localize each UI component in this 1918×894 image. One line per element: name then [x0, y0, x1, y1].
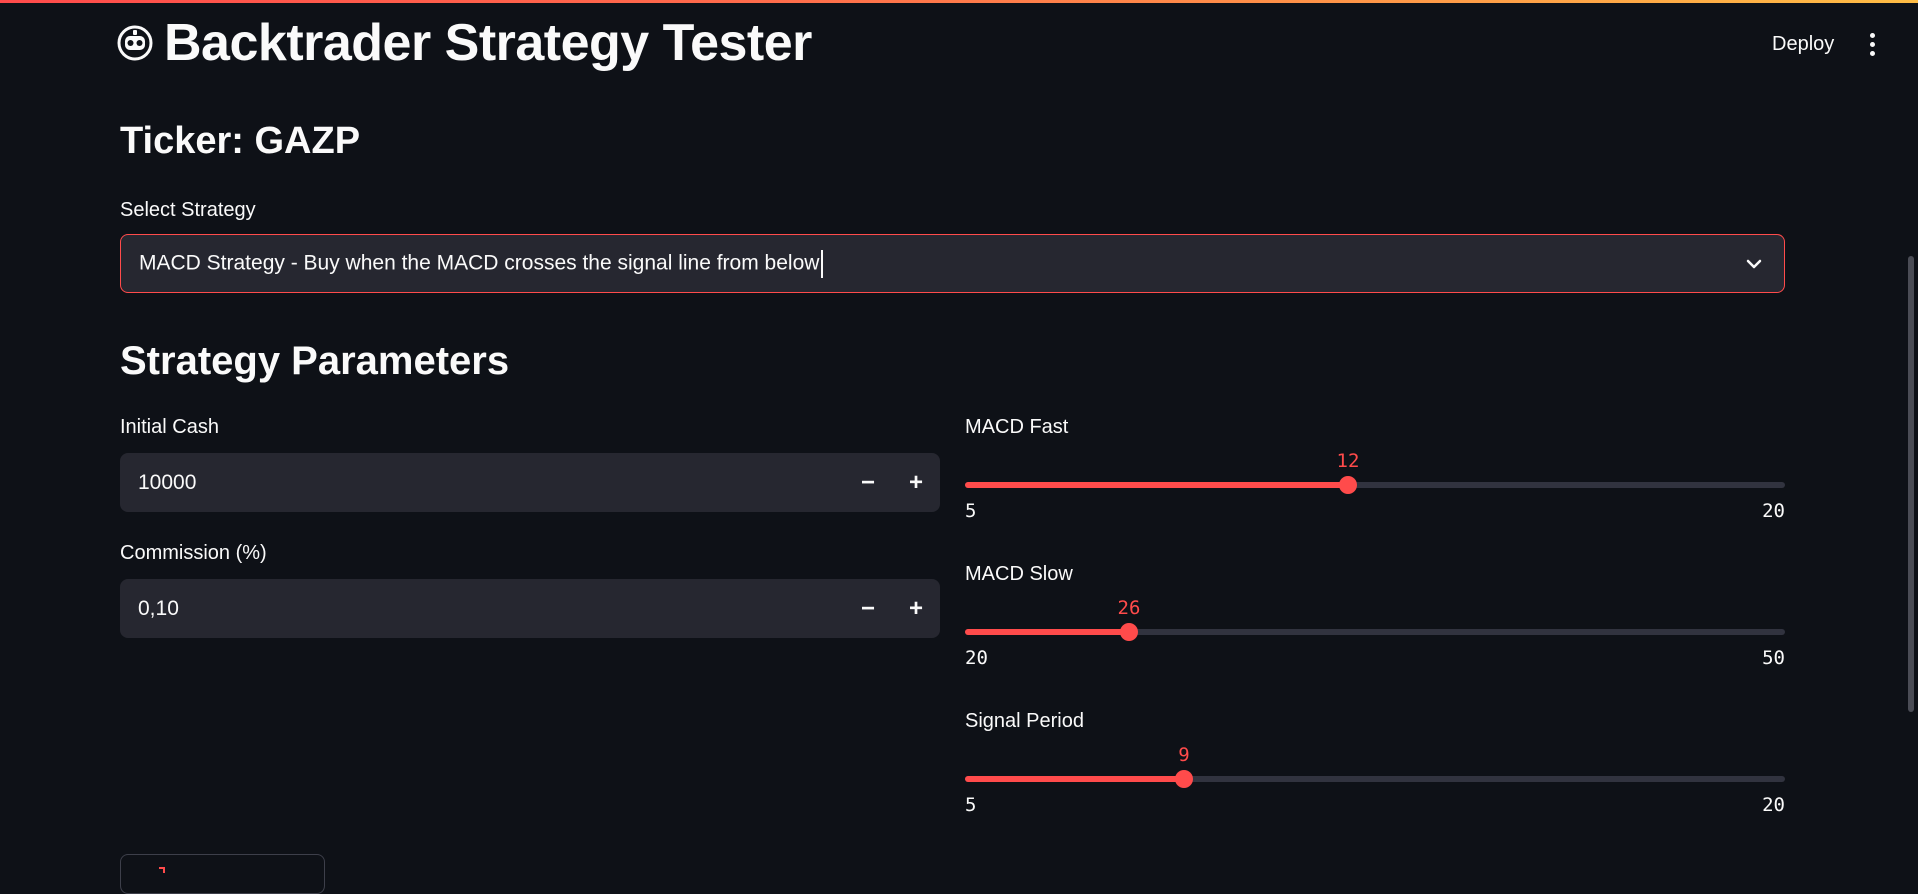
commission-value[interactable]: 0,10: [120, 597, 844, 621]
page-scrollbar[interactable]: [1908, 256, 1914, 712]
strategy-select[interactable]: MACD Strategy - Buy when the MACD crosse…: [120, 234, 1785, 293]
slider-max-value: 20: [1762, 794, 1785, 816]
strategy-select-label: Select Strategy: [120, 199, 256, 221]
signal-period-label: Signal Period: [965, 710, 1084, 732]
macd-fast-label: MACD Fast: [965, 416, 1069, 438]
slider-thumb[interactable]: [1175, 770, 1193, 788]
commission-decrement-button[interactable]: −: [844, 579, 892, 638]
slider-max-value: 50: [1762, 647, 1785, 669]
commission-input[interactable]: 0,10 − +: [120, 579, 940, 638]
ticker-heading: Ticker: GAZP: [120, 120, 361, 162]
macd-slow-label: MACD Slow: [965, 563, 1073, 585]
slider-min-value: 5: [965, 794, 977, 816]
macd-slow-slider[interactable]: 26 20 50: [965, 589, 1785, 689]
app-title: Backtrader Strategy Tester: [116, 12, 812, 74]
vertical-ellipsis-icon: [1869, 32, 1875, 38]
slider-thumb[interactable]: [1120, 623, 1138, 641]
initial-cash-label: Initial Cash: [120, 416, 219, 438]
signal-period-slider[interactable]: 9 5 20: [965, 736, 1785, 836]
run-backtest-button[interactable]: [120, 854, 325, 894]
commission-increment-button[interactable]: +: [892, 579, 940, 638]
slider-fill: [965, 482, 1348, 488]
text-cursor: [821, 249, 824, 278]
chevron-down-icon: [1746, 259, 1762, 269]
slider-thumb[interactable]: [1339, 476, 1357, 494]
slider-min-value: 5: [965, 500, 977, 522]
top-decoration-bar: [0, 0, 1918, 3]
strategy-select-value: MACD Strategy - Buy when the MACD crosse…: [139, 249, 824, 278]
macd-fast-slider[interactable]: 12 5 20: [965, 442, 1785, 542]
initial-cash-input[interactable]: 10000 − +: [120, 453, 940, 512]
app-title-text: Backtrader Strategy Tester: [164, 14, 812, 72]
button-icon: [159, 867, 165, 873]
initial-cash-value[interactable]: 10000: [120, 471, 844, 495]
commission-label: Commission (%): [120, 542, 267, 564]
main-menu-button[interactable]: [1858, 26, 1886, 62]
slider-current-value: 12: [1336, 450, 1360, 472]
deploy-button[interactable]: Deploy: [1760, 27, 1846, 61]
robot-face-icon: [116, 24, 154, 62]
initial-cash-increment-button[interactable]: +: [892, 453, 940, 512]
slider-fill: [965, 776, 1184, 782]
strategy-parameters-heading: Strategy Parameters: [120, 339, 510, 383]
initial-cash-decrement-button[interactable]: −: [844, 453, 892, 512]
slider-min-value: 20: [965, 647, 988, 669]
slider-current-value: 9: [1178, 744, 1190, 766]
slider-max-value: 20: [1762, 500, 1785, 522]
slider-current-value: 26: [1117, 597, 1141, 619]
slider-fill: [965, 629, 1129, 635]
